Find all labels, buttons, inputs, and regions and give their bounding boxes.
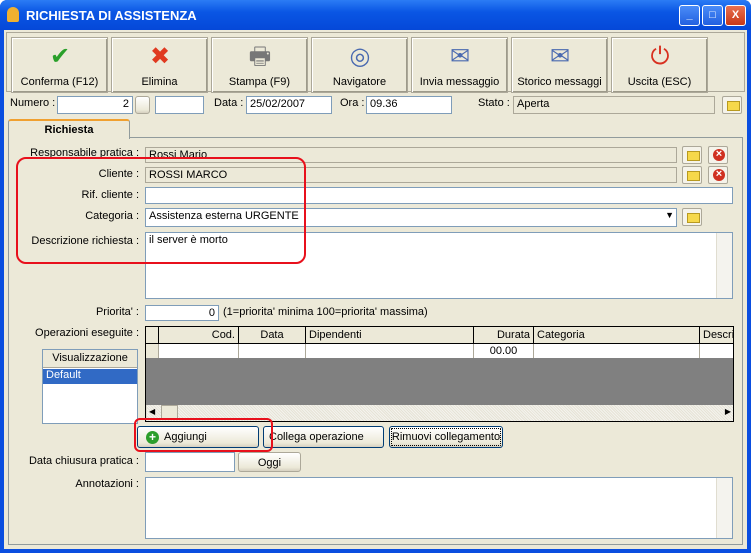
close-button[interactable]: X [725,5,746,26]
grid-column-header[interactable]: Categoria [534,327,700,344]
row-selector[interactable] [146,344,159,358]
collega-operazione-button[interactable]: Collega operazione [263,426,384,448]
priorita-label: Priorita' : [95,306,139,318]
priorita-hint: (1=priorita' minima 100=priorita' massim… [223,306,428,318]
toolbar-button-uscita-esc[interactable]: ⏻ Uscita (ESC) [611,37,708,93]
toolbar-button-label: Conferma (F12) [20,76,99,88]
check-icon: ✔ [49,43,71,70]
operations-grid[interactable]: ◀ ▶ Cod. Data Dipendenti Durata 00.00 Categor… [145,326,734,422]
message-history-icon: ✉ [549,43,571,70]
toolbar-button-label: Invia messaggio [419,76,500,88]
delete-x-icon: ✖ [149,43,171,70]
highlight-annotation [134,418,273,452]
exit-icon: ⏻ [650,43,670,70]
client-area: ✔ Conferma (F12) ✖ Elimina 🖶 Stampa (F9) ◎ Navi… [4,30,747,549]
grid-column-header[interactable]: Data [239,327,306,344]
window: RICHIESTA DI ASSISTENZA _ □ X ✔ Conferma … [0,0,751,553]
scroll-right-icon[interactable]: ▶ [725,407,731,416]
grid-cell[interactable] [700,344,733,358]
send-message-icon: ✉ [449,43,471,70]
cliente-clear-icon[interactable] [708,166,728,184]
oggi-button[interactable]: Oggi [238,452,301,472]
priorita-input[interactable]: 0 [145,305,219,321]
stato-field: Aperta [513,96,715,114]
stato-label: Stato : [478,97,510,109]
operazioni-label: Operazioni eseguite : [35,327,139,339]
chevron-down-icon[interactable]: ▼ [665,210,674,220]
view-list-header: Visualizzazione [43,350,137,368]
window-title: RICHIESTA DI ASSISTENZA [26,8,197,23]
row-selector-header [146,327,159,344]
numero-lookup-button[interactable] [135,96,150,114]
toolbar-button-stampa-f9[interactable]: 🖶 Stampa (F9) [211,37,308,93]
toolbar-button-label: Uscita (ESC) [627,76,692,88]
chiusura-label: Data chiusura pratica : [28,455,139,467]
categoria-folder-icon[interactable] [682,208,702,226]
numero-input[interactable]: 2 [57,96,133,114]
highlight-annotation [16,157,306,264]
responsabile-clear-icon[interactable] [708,146,728,164]
view-item-default[interactable]: Default [43,369,137,384]
title-bar[interactable]: RICHIESTA DI ASSISTENZA _ □ X [0,0,751,30]
grid-cell[interactable]: 00.00 [474,344,534,358]
maximize-button[interactable]: □ [702,5,723,26]
toolbar-button-invia-messaggio[interactable]: ✉ Invia messaggio [411,37,508,93]
tab-richiesta[interactable]: Richiesta [8,119,130,139]
grid-cell[interactable] [534,344,700,358]
numero-label: Numero : [10,97,56,109]
toolbar-button-label: Stampa (F9) [228,76,291,88]
toolbar-button-elimina[interactable]: ✖ Elimina [111,37,208,93]
grid-column-header[interactable]: Descrizio [700,327,733,344]
ora-label: Ora : [340,97,365,109]
compass-icon: ◎ [349,43,371,70]
scroll-left-icon[interactable]: ◀ [149,407,155,416]
annotazioni-label: Annotazioni : [75,478,139,490]
toolbar-button-navigatore[interactable]: ◎ Navigatore [311,37,408,93]
toolbar-button-label: Navigatore [332,76,387,88]
ora-input[interactable]: 09.36 [366,96,452,114]
grid-column-header[interactable]: Durata [474,327,534,344]
printer-icon: 🖶 [248,43,272,70]
chiusura-input[interactable] [145,452,235,472]
annotazioni-textarea[interactable] [145,477,733,539]
grid-column-header[interactable]: Cod. [159,327,239,344]
grid-cell[interactable] [306,344,474,358]
grid-cell[interactable] [239,344,306,358]
toolbar-button-label: Elimina [141,76,178,88]
data-label: Data : [214,97,244,109]
toolbar-button-conferma-f12[interactable]: ✔ Conferma (F12) [11,37,108,93]
annotazioni-scrollbar[interactable] [716,478,732,538]
app-icon [7,7,19,22]
numero-suffix-input[interactable] [155,96,204,114]
toolbar: ✔ Conferma (F12) ✖ Elimina 🖶 Stampa (F9) ◎ Navi… [6,32,745,93]
minimize-button[interactable]: _ [679,5,700,26]
rimuovi-collegamento-button[interactable]: Rimuovi collegamento [389,426,503,448]
grid-column-header[interactable]: Dipendenti [306,327,474,344]
descrizione-scrollbar[interactable] [716,233,732,298]
cliente-folder-icon[interactable] [682,166,702,184]
stato-folder-icon[interactable] [722,96,742,114]
view-list[interactable]: Visualizzazione Default [42,349,138,424]
data-input[interactable]: 25/02/2007 [246,96,332,114]
toolbar-button-storico-messaggi[interactable]: ✉ Storico messaggi [511,37,608,93]
grid-cell[interactable] [159,344,239,358]
responsabile-folder-icon[interactable] [682,146,702,164]
toolbar-button-label: Storico messaggi [517,76,602,88]
